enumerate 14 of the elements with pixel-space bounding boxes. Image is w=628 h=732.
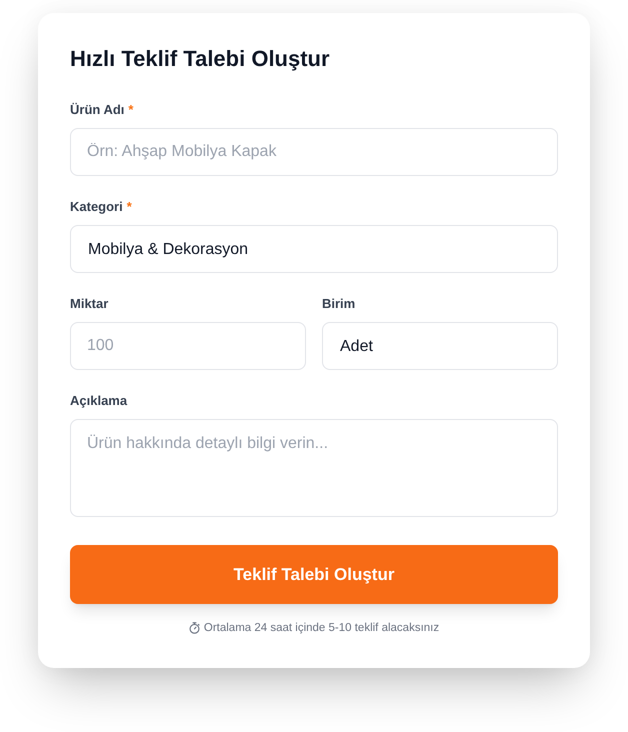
field-label: Miktar [70,295,108,313]
field-label: Kategori [70,198,123,216]
response-time-note: Ortalama 24 saat içinde 5-10 teklif alacaksınız [204,621,440,635]
required-asterisk: * [128,101,134,119]
textarea-field[interactable]: Ürün hakkında detaylı bilgi verin... [70,419,558,517]
select-field[interactable]: Mobilya & Dekorasyon [70,225,558,273]
number-input[interactable]: 100 [70,322,306,370]
select-field[interactable]: Adet [322,322,558,370]
stopwatch-icon [188,622,200,634]
required-asterisk: * [126,198,132,216]
field-label: Açıklama [70,392,128,410]
field-label: Ürün Adı [70,101,124,119]
field-label: Birim [322,295,356,313]
form-title: Hızlı Teklif Talebi Oluştur [70,45,331,73]
